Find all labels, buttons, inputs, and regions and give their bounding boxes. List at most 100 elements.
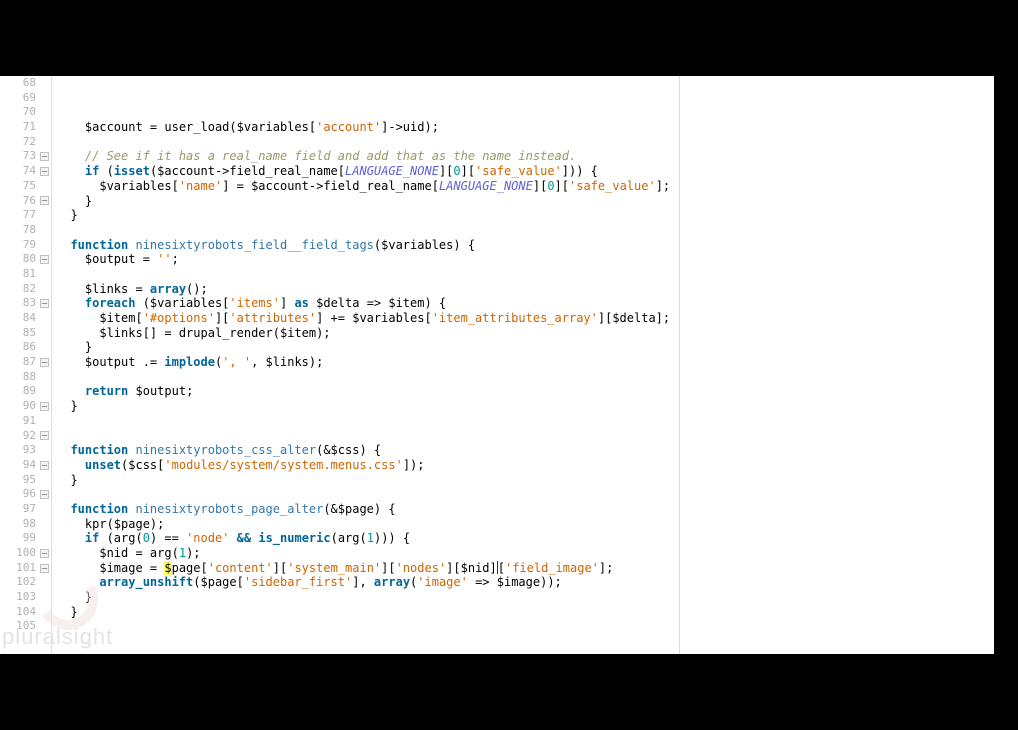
code-line[interactable]: $nid = arg(1); <box>56 546 994 561</box>
line-number: 85 <box>14 326 36 341</box>
line-number: 99 <box>14 531 36 546</box>
code-line[interactable]: $links = array(); <box>56 282 994 297</box>
line-number: 95 <box>14 473 36 488</box>
fold-marker-icon <box>39 343 49 353</box>
gutter-line: 79 <box>0 238 51 253</box>
code-line[interactable]: } <box>56 194 994 209</box>
gutter-line: 102 <box>0 575 51 590</box>
gutter-line: 93 <box>0 443 51 458</box>
code-line[interactable] <box>56 619 994 634</box>
gutter-line: 98 <box>0 517 51 532</box>
line-number: 91 <box>14 414 36 429</box>
fold-marker-icon[interactable] <box>39 401 49 411</box>
code-line[interactable]: function ninesixtyrobots_field__field_ta… <box>56 238 994 253</box>
line-number: 68 <box>14 76 36 91</box>
gutter-line: 104 <box>0 605 51 620</box>
column-ruler <box>679 76 680 654</box>
line-number: 97 <box>14 502 36 517</box>
gutter-line: 72 <box>0 135 51 150</box>
code-line[interactable]: if (arg(0) == 'node' && is_numeric(arg(1… <box>56 531 994 546</box>
line-number: 80 <box>14 252 36 267</box>
code-line[interactable]: $account = user_load($variables['account… <box>56 120 994 135</box>
code-line[interactable]: } <box>56 208 994 223</box>
code-line[interactable]: unset($css['modules/system/system.menus.… <box>56 458 994 473</box>
gutter-line: 83 <box>0 296 51 311</box>
line-number: 90 <box>14 399 36 414</box>
code-line[interactable]: if (isset($account->field_real_name[LANG… <box>56 164 994 179</box>
code-line[interactable] <box>56 429 994 444</box>
fold-marker-icon[interactable] <box>39 460 49 470</box>
gutter-line: 96 <box>0 487 51 502</box>
letterbox-top <box>0 0 1018 76</box>
code-line[interactable]: $variables['name'] = $account->field_rea… <box>56 179 994 194</box>
code-editor[interactable]: 6869707172737475767778798081828384858687… <box>0 76 994 654</box>
gutter-line: 90 <box>0 399 51 414</box>
fold-marker-icon <box>39 592 49 602</box>
fold-marker-icon[interactable] <box>39 255 49 265</box>
code-line[interactable]: } <box>56 590 994 605</box>
code-line[interactable]: kpr($page); <box>56 517 994 532</box>
code-line[interactable] <box>56 487 994 502</box>
line-number: 82 <box>14 282 36 297</box>
fold-marker-icon <box>39 504 49 514</box>
gutter-line: 70 <box>0 105 51 120</box>
code-line[interactable]: } <box>56 473 994 488</box>
fold-marker-icon <box>39 607 49 617</box>
code-line[interactable] <box>56 414 994 429</box>
line-number: 96 <box>14 487 36 502</box>
fold-marker-icon[interactable] <box>39 490 49 500</box>
fold-marker-icon[interactable] <box>39 299 49 309</box>
gutter-line: 101 <box>0 561 51 576</box>
fold-marker-icon[interactable] <box>39 563 49 573</box>
gutter-line: 82 <box>0 282 51 297</box>
code-line[interactable] <box>56 634 994 649</box>
code-line[interactable] <box>56 664 994 679</box>
gutter-line: 77 <box>0 208 51 223</box>
line-number: 104 <box>14 605 36 620</box>
fold-marker-icon[interactable] <box>39 196 49 206</box>
code-line[interactable]: function ninesixtyrobots_page_alter(&$pa… <box>56 502 994 517</box>
fold-marker-icon[interactable] <box>39 431 49 441</box>
gutter-line: 99 <box>0 531 51 546</box>
line-number: 71 <box>14 120 36 135</box>
code-line[interactable]: foreach ($variables['items'] as $delta =… <box>56 296 994 311</box>
code-area[interactable]: $account = user_load($variables['account… <box>52 76 994 654</box>
line-number: 75 <box>14 179 36 194</box>
code-line[interactable] <box>56 223 994 238</box>
code-line[interactable]: // See if it has a real_name field and a… <box>56 149 994 164</box>
fold-marker-icon <box>39 313 49 323</box>
code-line[interactable]: $links[] = drupal_render($item); <box>56 326 994 341</box>
line-number: 83 <box>14 296 36 311</box>
code-line[interactable]: } <box>56 605 994 620</box>
code-line[interactable]: } <box>56 340 994 355</box>
fold-marker-icon[interactable] <box>39 166 49 176</box>
line-number: 92 <box>14 429 36 444</box>
code-line[interactable] <box>56 135 994 150</box>
code-line[interactable]: $image = $page['content']['system_main']… <box>56 561 994 576</box>
code-line[interactable]: $output = ''; <box>56 252 994 267</box>
fold-marker-icon[interactable] <box>39 152 49 162</box>
gutter-line: 86 <box>0 340 51 355</box>
line-number: 102 <box>14 575 36 590</box>
code-line[interactable] <box>56 267 994 282</box>
code-line[interactable] <box>56 370 994 385</box>
code-line[interactable] <box>56 649 994 664</box>
fold-marker-icon <box>39 534 49 544</box>
gutter-line: 81 <box>0 267 51 282</box>
code-line[interactable]: return $output; <box>56 384 994 399</box>
line-number: 81 <box>14 267 36 282</box>
code-line[interactable]: function ninesixtyrobots_css_alter(&$css… <box>56 443 994 458</box>
fold-marker-icon[interactable] <box>39 548 49 558</box>
fold-marker-icon <box>39 137 49 147</box>
fold-marker-icon[interactable] <box>39 357 49 367</box>
fold-marker-icon <box>39 372 49 382</box>
code-line[interactable]: array_unshift($page['sidebar_first'], ar… <box>56 575 994 590</box>
line-number: 76 <box>14 194 36 209</box>
gutter-line: 95 <box>0 473 51 488</box>
code-line[interactable]: } <box>56 399 994 414</box>
gutter-line: 80 <box>0 252 51 267</box>
code-line[interactable]: $output .= implode(', ', $links); <box>56 355 994 370</box>
gutter-line: 103 <box>0 590 51 605</box>
code-line[interactable]: $item['#options']['attributes'] += $vari… <box>56 311 994 326</box>
fold-marker-icon <box>39 622 49 632</box>
